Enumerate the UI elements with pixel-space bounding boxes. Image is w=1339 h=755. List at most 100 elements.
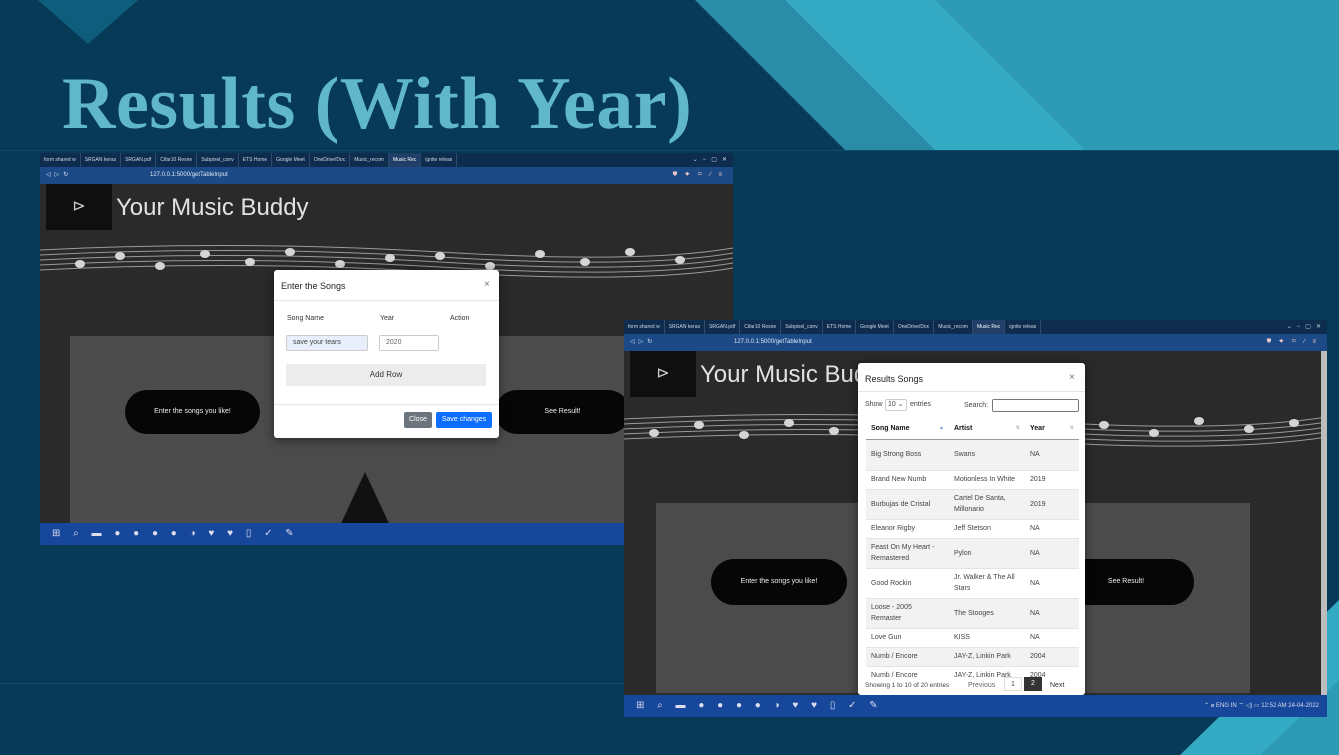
window-controls[interactable]: ⌄ − ▢ ✕ bbox=[693, 153, 727, 167]
close-icon[interactable]: × bbox=[1069, 372, 1075, 383]
artist-cell: Jr. Walker & The All Stars bbox=[949, 567, 1025, 598]
song-cell: Good Rockin bbox=[866, 567, 949, 598]
song-cell: Burbujas de Cristal bbox=[866, 488, 949, 519]
page-content: ⊳ Your Music Buddy Enter the songs you l… bbox=[624, 351, 1327, 695]
nav-icons[interactable]: ◁▷↻ bbox=[46, 167, 72, 184]
browser-tab[interactable]: ETS Home bbox=[239, 153, 273, 167]
see-result-button[interactable]: See Result! bbox=[495, 390, 630, 434]
nav-icons[interactable]: ◁▷↻ bbox=[630, 334, 656, 351]
year-cell: NA bbox=[1025, 627, 1079, 647]
site-title: Your Music Buddy bbox=[116, 194, 309, 221]
extension-icons[interactable]: ⛊ ✦ ▭ ⁄ ≡ bbox=[1267, 334, 1319, 351]
browser-tab[interactable]: form shared w bbox=[40, 153, 81, 167]
language-indicator[interactable]: ENG IN bbox=[1216, 703, 1237, 709]
add-row-button[interactable]: Add Row bbox=[286, 364, 486, 386]
results-table: Song Name ▲ Artist ⇅ Year ⇅ Big Strong Boss… bbox=[866, 419, 1079, 685]
col-header-song-name[interactable]: Song Name ▲ bbox=[866, 419, 949, 440]
address-bar: ◁▷↻ 127.0.0.1:5000/getTableInput ⛊ ✦ ▭ ⁄… bbox=[40, 167, 733, 184]
browser-tab[interactable]: ignite releas bbox=[421, 153, 458, 167]
browser-tab[interactable]: SRGAN.pdf bbox=[121, 153, 157, 167]
divider bbox=[274, 300, 499, 301]
browser-tab[interactable]: SRGAN keras bbox=[81, 153, 122, 167]
table-info: Showing 1 to 10 of 20 entries bbox=[865, 682, 950, 689]
col-header-year[interactable]: Year ⇅ bbox=[1025, 419, 1079, 440]
address-bar: ◁▷↻ 127.0.0.1:5000/getTableInput ⛊ ✦ ▭ ⁄… bbox=[624, 334, 1327, 351]
url-field[interactable]: 127.0.0.1:5000/getTableInput bbox=[734, 334, 812, 351]
page-button[interactable]: 1 bbox=[1004, 677, 1022, 691]
extension-icons[interactable]: ⛊ ✦ ▭ ⁄ ≡ bbox=[673, 167, 725, 184]
system-tray[interactable]: ⌃ ⌀ ENG IN ⌔ ◁) ▭ 12:52 AM 24-04-2022 bbox=[1204, 695, 1319, 717]
url-field[interactable]: 127.0.0.1:5000/getTableInput bbox=[150, 167, 228, 184]
scrollbar[interactable] bbox=[1321, 351, 1327, 695]
clock-time[interactable]: 12:52 AM bbox=[1261, 703, 1286, 709]
enter-songs-button[interactable]: Enter the songs you like! bbox=[125, 390, 260, 434]
year-cell: 2019 bbox=[1025, 488, 1079, 519]
browser-tab[interactable]: OneDrive/Doc bbox=[310, 153, 351, 167]
entries-select[interactable]: 10 ⌄ bbox=[885, 399, 907, 411]
col-year: Year bbox=[380, 315, 395, 322]
clock-date[interactable]: 24-04-2022 bbox=[1288, 703, 1319, 709]
modal-title: Enter the Songs bbox=[281, 281, 346, 291]
browser-tab[interactable]: ignite releas bbox=[1005, 320, 1042, 334]
song-name-input[interactable]: save your tears bbox=[286, 335, 368, 351]
artist-cell: The Stooges bbox=[949, 597, 1025, 628]
browser-tab[interactable]: Google Meet bbox=[272, 153, 310, 167]
enter-songs-button[interactable]: Enter the songs you like! bbox=[711, 559, 847, 605]
close-button[interactable]: Close bbox=[404, 412, 432, 428]
year-cell: 2004 bbox=[1025, 646, 1079, 666]
slide-title: Results (With Year) bbox=[62, 63, 693, 145]
divider bbox=[858, 391, 1085, 392]
table-row: Numb / Encore JAY-Z, Linkin Park 2004 bbox=[866, 646, 1079, 666]
year-cell: NA bbox=[1025, 597, 1079, 628]
year-cell: NA bbox=[1025, 537, 1079, 568]
table-row: Eleanor Rigby Jeff Stetson NA bbox=[866, 518, 1079, 538]
artist-cell: Swans bbox=[949, 438, 1025, 470]
save-changes-button[interactable]: Save changes bbox=[436, 412, 492, 428]
artist-cell: JAY-Z, Linkin Park bbox=[949, 646, 1025, 666]
year-cell: NA bbox=[1025, 518, 1079, 538]
year-input[interactable]: 2020 bbox=[379, 335, 439, 351]
browser-tab[interactable]: SRGAN.pdf bbox=[705, 320, 741, 334]
table-row: Big Strong Boss Swans NA bbox=[866, 438, 1079, 470]
browser-tab[interactable]: Music_recom bbox=[350, 153, 389, 167]
table-row: Brand New Numb Motionless In White 2019 bbox=[866, 469, 1079, 489]
search-input[interactable] bbox=[992, 399, 1079, 412]
browser-tab[interactable]: Subpixel_conv bbox=[781, 320, 823, 334]
browser-tab[interactable]: Google Meet bbox=[856, 320, 894, 334]
browser-tab[interactable]: Music_recom bbox=[934, 320, 973, 334]
browser-tab[interactable]: OneDrive/Doc bbox=[894, 320, 935, 334]
taskbar-app-icons[interactable]: ⊞ ⌕ ▬ ● ● ● ● ◑ ♥ ♥ ▯ ✓ ✎ bbox=[52, 523, 299, 545]
taskbar-app-icons[interactable]: ⊞ ⌕ ▬ ● ● ● ● ◑ ♥ ♥ ▯ ✓ ✎ bbox=[636, 695, 883, 717]
browser-tab[interactable]: SRGAN keras bbox=[665, 320, 706, 334]
window-controls[interactable]: ⌄ − ▢ ✕ bbox=[1287, 320, 1321, 334]
browser-tab[interactable]: Cifar10 Resne bbox=[156, 153, 198, 167]
browser-tab[interactable]: Subpixel_conv bbox=[197, 153, 239, 167]
search-label: Search: bbox=[964, 402, 989, 409]
artist-cell: Cartel De Santa, Millonario bbox=[949, 488, 1025, 519]
browser-tab[interactable]: Cifar10 Resne bbox=[740, 320, 782, 334]
next-button[interactable]: Next bbox=[1050, 682, 1064, 689]
site-logo-icon: ⊳ bbox=[630, 351, 696, 397]
song-cell: Eleanor Rigby bbox=[866, 518, 949, 538]
close-icon[interactable]: × bbox=[484, 279, 490, 290]
artist-cell: Pylon bbox=[949, 537, 1025, 568]
browser-tab[interactable]: ETS Home bbox=[823, 320, 857, 334]
browser-tab[interactable]: form shared w bbox=[624, 320, 665, 334]
col-header-artist[interactable]: Artist ⇅ bbox=[949, 419, 1025, 440]
entries-label: entries bbox=[910, 401, 932, 408]
play-triangle-icon bbox=[341, 472, 389, 523]
previous-button[interactable]: Previous bbox=[968, 682, 995, 689]
year-cell: 2019 bbox=[1025, 469, 1079, 489]
col-song-name: Song Name bbox=[287, 315, 324, 322]
browser-tab-active[interactable]: Music Rec bbox=[972, 320, 1006, 334]
page-button-active[interactable]: 2 bbox=[1024, 677, 1042, 691]
browser-tab-active[interactable]: Music Rec bbox=[388, 153, 422, 167]
windows-taskbar: ⊞ ⌕ ▬ ● ● ● ● ◑ ♥ ♥ ▯ ✓ ✎ ⌃ ⌀ ENG IN ⌔ ◁… bbox=[624, 695, 1327, 717]
modal-title: Results Songs bbox=[865, 374, 924, 384]
song-cell: Numb / Encore bbox=[866, 646, 949, 666]
song-cell: Big Strong Boss bbox=[866, 438, 949, 470]
year-cell: NA bbox=[1025, 567, 1079, 598]
artist-cell: Jeff Stetson bbox=[949, 518, 1025, 538]
year-cell: NA bbox=[1025, 438, 1079, 470]
artist-cell: KISS bbox=[949, 627, 1025, 647]
